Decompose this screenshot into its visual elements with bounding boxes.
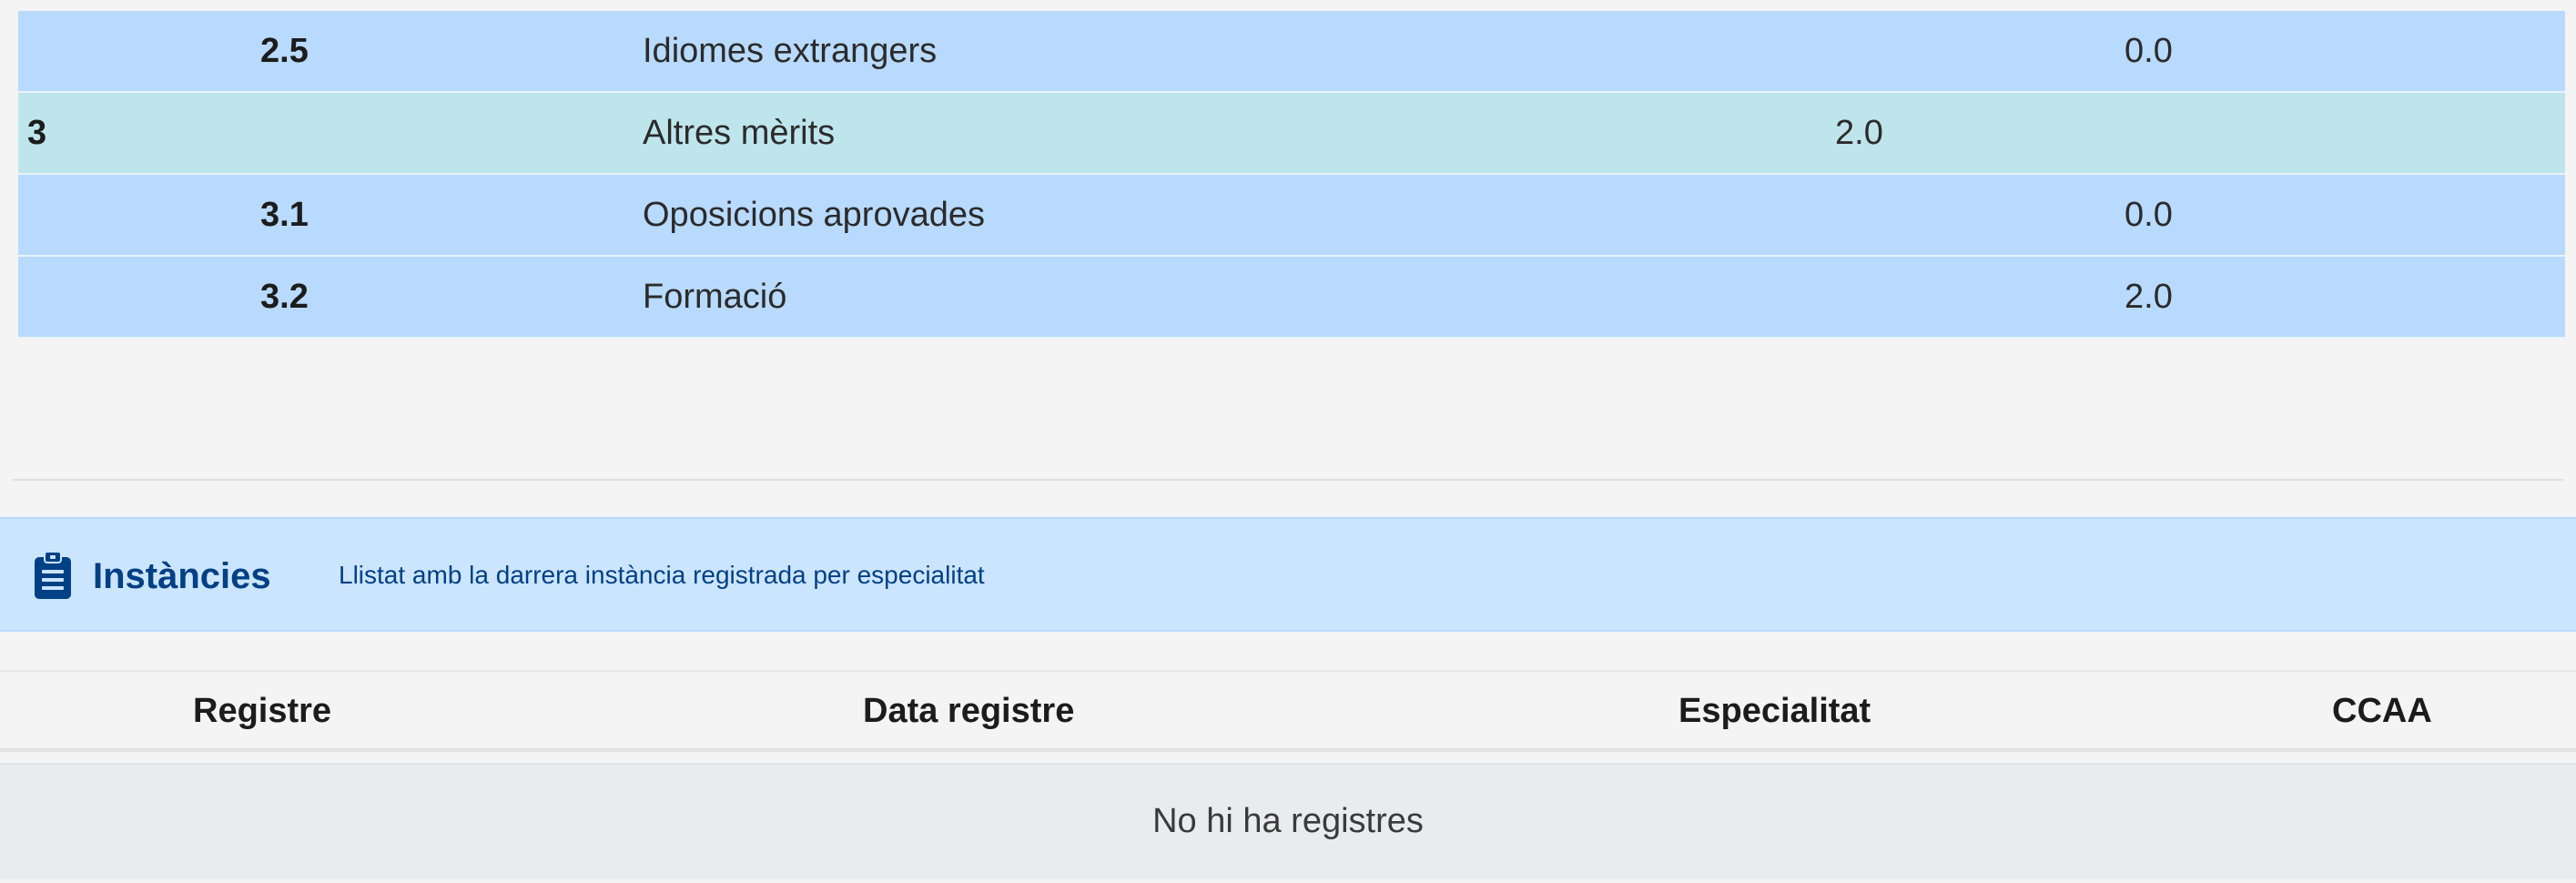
- table-row: 3.2 Formació 2.0: [18, 257, 2565, 339]
- instancies-title: Instàncies: [93, 556, 271, 596]
- table-row: 3.1 Oposicions aprovades 0.0: [18, 175, 2565, 257]
- merit-code: 2.5: [260, 32, 309, 70]
- merit-description: Altres mèrits: [643, 114, 836, 152]
- merit-description: Oposicions aprovades: [643, 196, 985, 234]
- merit-description: Idiomes extrangers: [643, 32, 938, 70]
- column-header-data-registre[interactable]: Data registre: [863, 672, 1074, 750]
- merit-code: 3.1: [260, 196, 309, 234]
- column-header-registre[interactable]: Registre: [193, 672, 331, 750]
- merit-code: 3: [27, 114, 47, 152]
- table-row: 3 Altres mèrits 2.0: [18, 93, 2565, 175]
- merit-sub-value: 2.0: [2125, 278, 2173, 316]
- clipboard-icon: [33, 550, 73, 601]
- instancies-subtitle: Llistat amb la darrera instància registr…: [339, 561, 985, 589]
- section-divider: [13, 479, 2563, 481]
- table-row: 2.5 Idiomes extrangers 0.0: [18, 11, 2565, 93]
- column-header-especialitat[interactable]: Especialitat: [1678, 672, 1871, 750]
- merits-table: 2.5 Idiomes extrangers 0.0 3 Altres mèri…: [18, 11, 2565, 339]
- merit-sub-value: 0.0: [2125, 196, 2173, 234]
- empty-records-message: No hi ha registres: [0, 763, 2576, 879]
- merit-code: 3.2: [260, 278, 309, 316]
- registry-table-header: Registre Data registre Especialitat CCAA: [0, 670, 2576, 752]
- merit-group-value: 2.0: [1835, 114, 1883, 152]
- merit-sub-value: 0.0: [2125, 32, 2173, 70]
- page: 2.5 Idiomes extrangers 0.0 3 Altres mèri…: [0, 0, 2576, 883]
- merit-description: Formació: [643, 278, 787, 316]
- instancies-card-header: Instàncies Llistat amb la darrera instàn…: [0, 517, 2576, 632]
- column-header-ccaa[interactable]: CCAA: [2332, 672, 2432, 750]
